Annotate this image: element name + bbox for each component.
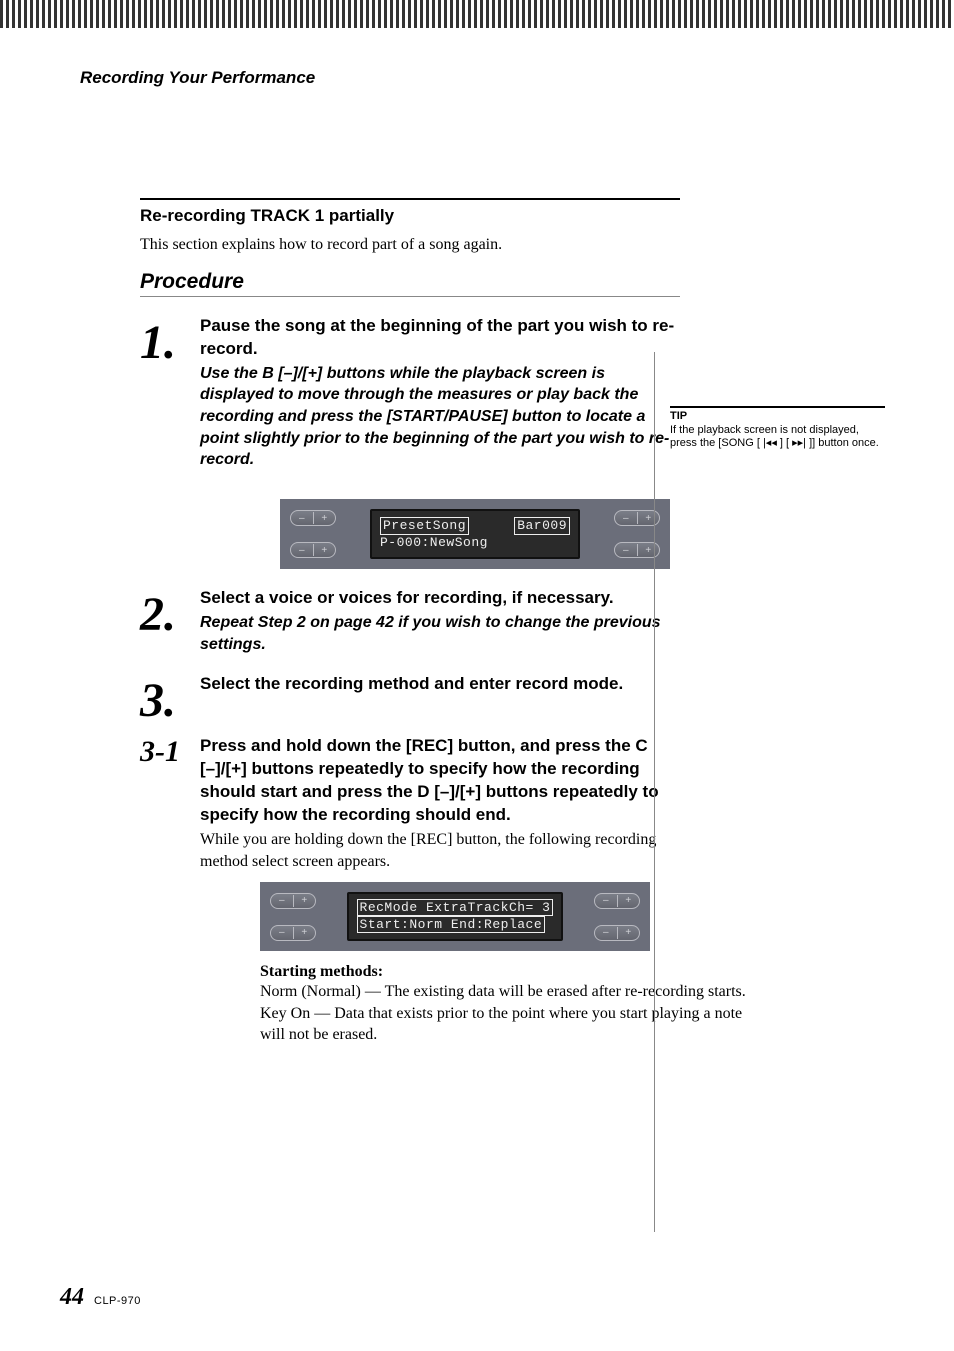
page-footer: 44 CLP-970	[60, 1284, 141, 1311]
lcd2-line2: Start:Norm End:Replace	[357, 916, 546, 933]
step-1-head: Pause the song at the beginning of the p…	[200, 315, 680, 361]
button-a-pm[interactable]: –+	[290, 510, 336, 526]
step-2-head: Select a voice or voices for recording, …	[200, 587, 680, 610]
step-1-instr: Use the B [–]/[+] buttons while the play…	[200, 363, 680, 471]
lcd1-line2: P-000:NewSong	[380, 535, 570, 551]
step-2: 2. Select a voice or voices for recordin…	[140, 587, 680, 655]
section-title: Re-recording TRACK 1 partially	[140, 198, 680, 226]
tip-sidebar: TIP If the playback screen is not displa…	[670, 406, 885, 450]
substep-number: 3-1	[140, 735, 200, 767]
page-number: 44	[60, 1284, 84, 1311]
starting-norm: Norm (Normal) — The existing data will b…	[260, 981, 750, 1003]
tip-label: TIP	[670, 410, 885, 422]
lcd2-line1: RecMode ExtraTrackCh= 3	[357, 899, 554, 916]
button-b-pm-2[interactable]: –+	[270, 925, 316, 941]
step-number: 2.	[140, 587, 200, 639]
step-1: 1. Pause the song at the beginning of th…	[140, 315, 680, 471]
button-b-pm[interactable]: –+	[290, 542, 336, 558]
model-label: CLP-970	[94, 1295, 141, 1307]
rewind-icon: [ |◂◂ ] [ ▸▸| ]	[757, 437, 812, 449]
lcd-screen-2: RecMode ExtraTrackCh= 3 Start:Norm End:R…	[347, 892, 564, 941]
step-3: 3. Select the recording method and enter…	[140, 673, 680, 725]
column-divider	[654, 352, 655, 1232]
step-2-instr: Repeat Step 2 on page 42 if you wish to …	[200, 612, 680, 655]
starting-keyon: Key On — Data that exists prior to the p…	[260, 1003, 750, 1046]
step-number: 1.	[140, 315, 200, 367]
lcd-screen-1: PresetSong Bar009 P-000:NewSong	[370, 509, 580, 560]
chapter-title: Recording Your Performance	[80, 68, 874, 88]
top-barcode-strip	[0, 0, 954, 28]
lcd1-bar: Bar009	[514, 517, 570, 535]
lcd-panel-2: –+ –+ RecMode ExtraTrackCh= 3 Start:Norm…	[260, 882, 650, 951]
lcd-panel-1: –+ –+ PresetSong Bar009 P-000:NewSong –+…	[280, 499, 670, 570]
starting-methods-label: Starting methods:	[260, 963, 750, 981]
step-3-head: Select the recording method and enter re…	[200, 673, 680, 696]
button-c-pm-2[interactable]: –+	[594, 893, 640, 909]
tip-body: If the playback screen is not displayed,…	[670, 424, 885, 450]
step-3-1-follow: While you are holding down the [REC] but…	[200, 829, 680, 872]
step-3-1: 3-1 Press and hold down the [REC] button…	[140, 735, 680, 872]
button-d-pm-2[interactable]: –+	[594, 925, 640, 941]
button-a-pm-2[interactable]: –+	[270, 893, 316, 909]
step-number: 3.	[140, 673, 200, 725]
section-intro: This section explains how to record part…	[140, 236, 680, 254]
step-3-1-head: Press and hold down the [REC] button, an…	[200, 735, 680, 827]
procedure-heading: Procedure	[140, 270, 680, 297]
lcd1-preset: PresetSong	[380, 517, 469, 535]
